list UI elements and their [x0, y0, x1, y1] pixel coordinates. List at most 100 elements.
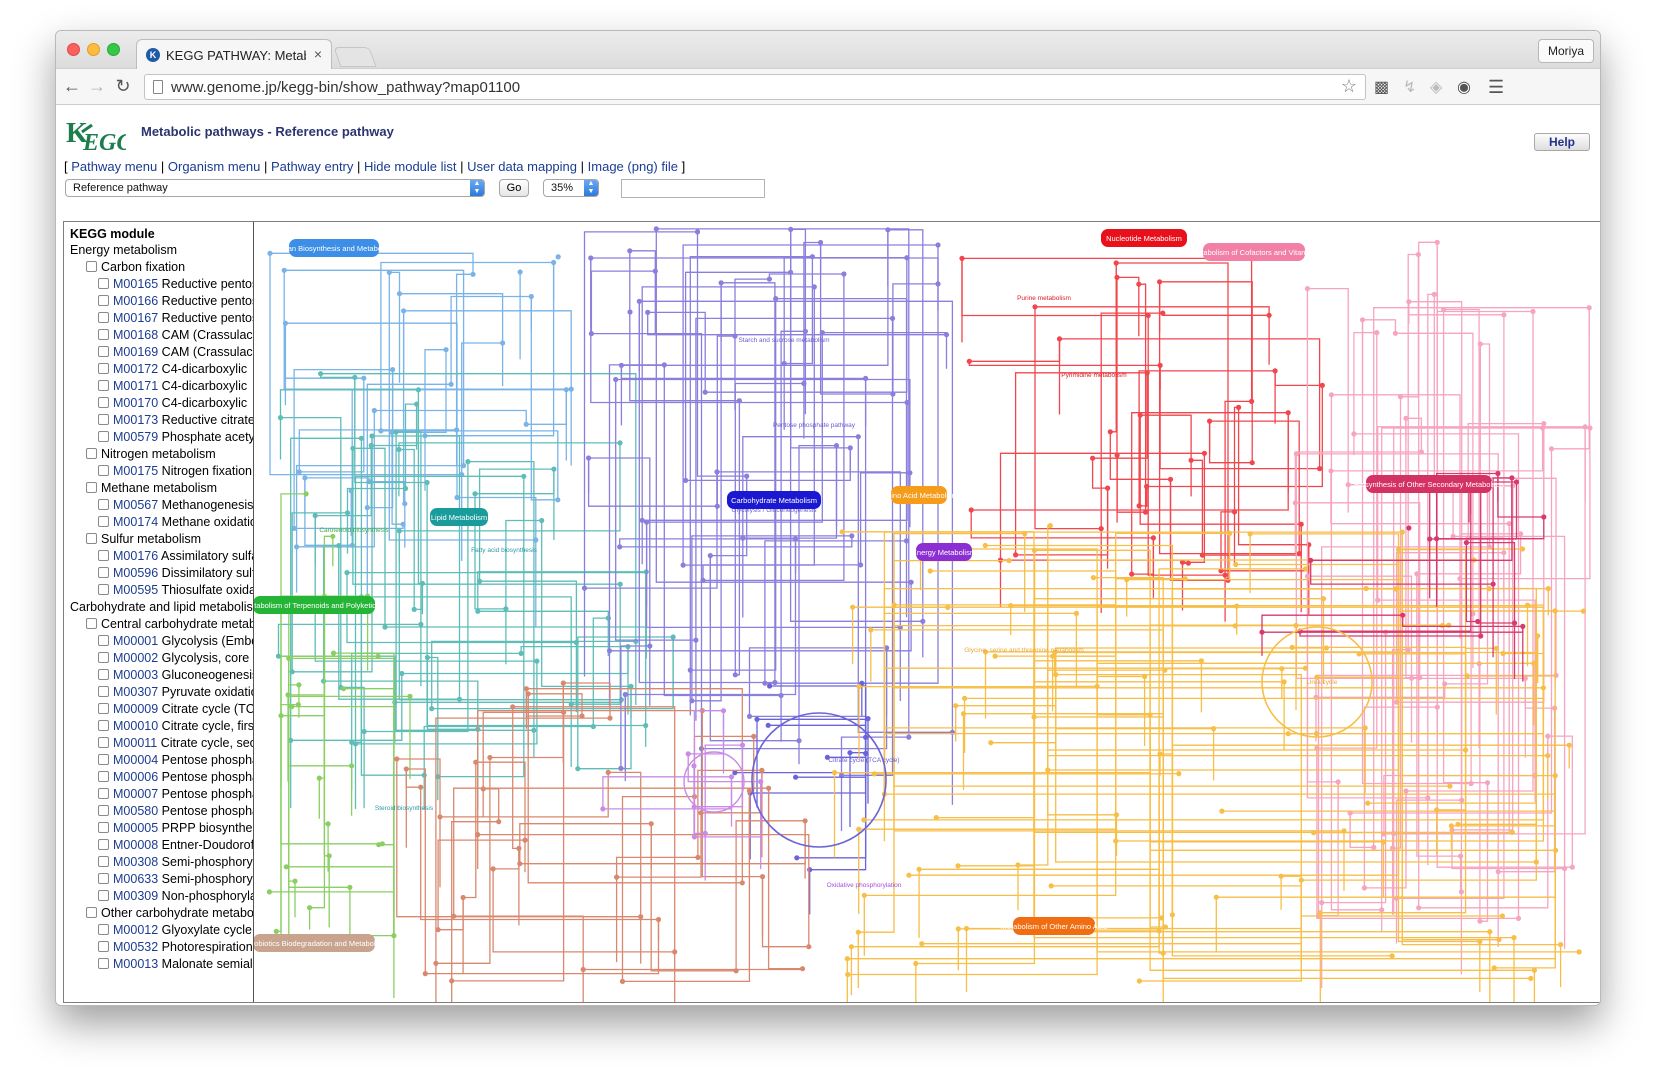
- module-item[interactable]: M00167 Reductive pentose: [98, 310, 253, 327]
- browser-tab[interactable]: K KEGG PATHWAY: Metabolic ×: [136, 39, 332, 70]
- module-id-link[interactable]: M00567: [113, 498, 158, 512]
- module-checkbox[interactable]: [98, 720, 109, 731]
- module-checkbox[interactable]: [98, 669, 109, 680]
- module-id-link[interactable]: M00308: [113, 855, 158, 869]
- extension-drop-icon[interactable]: ◈: [1430, 77, 1442, 97]
- module-id-link[interactable]: M00006: [113, 770, 158, 784]
- address-bar[interactable]: www.genome.jp/kegg-bin/show_pathway?map0…: [144, 74, 1366, 100]
- module-checkbox[interactable]: [98, 397, 109, 408]
- module-checkbox[interactable]: [86, 533, 97, 544]
- module-item[interactable]: M00170 C4-dicarboxylic: [98, 395, 247, 412]
- module-item[interactable]: M00176 Assimilatory sulfate: [98, 548, 253, 565]
- module-item[interactable]: M00175 Nitrogen fixation: [98, 463, 252, 480]
- module-id-link[interactable]: M00173: [113, 413, 158, 427]
- zoom-window-button[interactable]: [107, 43, 120, 56]
- module-checkbox[interactable]: [98, 431, 109, 442]
- module-checkbox[interactable]: [98, 499, 109, 510]
- module-item[interactable]: M00006 Pentose phosphate: [98, 769, 253, 786]
- nav-link-hide-module-list[interactable]: Hide module list: [364, 159, 457, 174]
- module-id-link[interactable]: M00172: [113, 362, 158, 376]
- module-checkbox[interactable]: [98, 856, 109, 867]
- module-checkbox[interactable]: [98, 550, 109, 561]
- module-checkbox[interactable]: [98, 363, 109, 374]
- module-checkbox[interactable]: [98, 329, 109, 340]
- module-item[interactable]: M00007 Pentose phosphate: [98, 786, 253, 803]
- module-checkbox[interactable]: [98, 652, 109, 663]
- module-item[interactable]: M00008 Entner-Doudoroff: [98, 837, 253, 854]
- module-id-link[interactable]: M00532: [113, 940, 158, 954]
- module-id-link[interactable]: M00176: [113, 549, 158, 563]
- module-id-link[interactable]: M00633: [113, 872, 158, 886]
- module-id-link[interactable]: M00005: [113, 821, 158, 835]
- bookmark-star-icon[interactable]: ☆: [1341, 76, 1357, 97]
- module-checkbox[interactable]: [98, 567, 109, 578]
- module-checkbox[interactable]: [98, 516, 109, 527]
- module-item[interactable]: M00580 Pentose phosphate: [98, 803, 253, 820]
- module-checkbox[interactable]: [98, 346, 109, 357]
- module-checkbox[interactable]: [98, 414, 109, 425]
- module-id-link[interactable]: M00309: [113, 889, 158, 903]
- module-checkbox[interactable]: [98, 890, 109, 901]
- module-checkbox[interactable]: [98, 805, 109, 816]
- module-item[interactable]: M00595 Thiosulfate oxidation: [98, 582, 253, 599]
- nav-link-organism-menu[interactable]: Organism menu: [168, 159, 260, 174]
- module-checkbox[interactable]: [98, 941, 109, 952]
- module-checkbox[interactable]: [98, 873, 109, 884]
- module-id-link[interactable]: M00307: [113, 685, 158, 699]
- module-checkbox[interactable]: [86, 618, 97, 629]
- module-id-link[interactable]: M00012: [113, 923, 158, 937]
- module-checkbox[interactable]: [98, 295, 109, 306]
- module-id-link[interactable]: M00171: [113, 379, 158, 393]
- extension-bolt-icon[interactable]: ↯: [1403, 77, 1416, 97]
- module-item[interactable]: M00002 Glycolysis, core: [98, 650, 249, 667]
- module-checkbox[interactable]: [98, 584, 109, 595]
- module-item[interactable]: M00579 Phosphate acetyl: [98, 429, 253, 446]
- module-item[interactable]: M00003 Gluconeogenesis: [98, 667, 253, 684]
- metabolic-map[interactable]: Glycolysis / Gluconeogenesis Citrate cycl…: [254, 222, 1601, 1002]
- module-checkbox[interactable]: [98, 924, 109, 935]
- module-item[interactable]: M00532 Photorespiration: [98, 939, 253, 956]
- module-id-link[interactable]: M00166: [113, 294, 158, 308]
- module-checkbox[interactable]: [98, 278, 109, 289]
- pathway-select[interactable]: Reference pathway ▲ ▼: [65, 179, 485, 197]
- module-id-link[interactable]: M00007: [113, 787, 158, 801]
- module-id-link[interactable]: M00011: [113, 736, 157, 750]
- module-item[interactable]: M00633 Semi-phosphorylative: [98, 871, 253, 888]
- extension-glasses-icon[interactable]: ◉: [1457, 77, 1471, 97]
- module-item[interactable]: M00166 Reductive pentose: [98, 293, 253, 310]
- module-checkbox[interactable]: [98, 703, 109, 714]
- module-checkbox[interactable]: [98, 822, 109, 833]
- go-button[interactable]: Go: [499, 179, 529, 197]
- module-id-link[interactable]: M00596: [113, 566, 158, 580]
- module-item[interactable]: M00013 Malonate semialdehyde: [98, 956, 253, 973]
- module-id-link[interactable]: M00169: [113, 345, 158, 359]
- minimize-window-button[interactable]: [87, 43, 100, 56]
- extension-ghost-icon[interactable]: ▩: [1374, 77, 1389, 97]
- module-item[interactable]: M00307 Pyruvate oxidation: [98, 684, 253, 701]
- module-checkbox[interactable]: [98, 686, 109, 697]
- module-category[interactable]: Methane metabolism: [86, 480, 217, 497]
- module-category[interactable]: Other carbohydrate metabolism: [86, 905, 253, 922]
- module-checkbox[interactable]: [98, 958, 109, 969]
- module-id-link[interactable]: M00579: [113, 430, 158, 444]
- nav-link-user-data-mapping[interactable]: User data mapping: [467, 159, 577, 174]
- module-item[interactable]: M00165 Reductive pentose: [98, 276, 253, 293]
- module-id-link[interactable]: M00002: [113, 651, 158, 665]
- module-item[interactable]: M00567 Methanogenesis: [98, 497, 253, 514]
- module-checkbox[interactable]: [98, 788, 109, 799]
- module-item[interactable]: M00174 Methane oxidation: [98, 514, 253, 531]
- module-id-link[interactable]: M00168: [113, 328, 158, 342]
- module-id-link[interactable]: M00010: [113, 719, 158, 733]
- new-tab-button[interactable]: [333, 47, 377, 67]
- module-checkbox[interactable]: [98, 465, 109, 476]
- module-checkbox[interactable]: [98, 754, 109, 765]
- module-id-link[interactable]: M00001: [113, 634, 158, 648]
- module-id-link[interactable]: M00174: [113, 515, 158, 529]
- module-id-link[interactable]: M00013: [113, 957, 158, 971]
- module-item[interactable]: M00010 Citrate cycle, first: [98, 718, 253, 735]
- module-item[interactable]: M00001 Glycolysis (Embden: [98, 633, 253, 650]
- reload-icon[interactable]: ↻: [112, 75, 134, 97]
- module-item[interactable]: M00172 C4-dicarboxylic: [98, 361, 247, 378]
- metabolic-map-canvas[interactable]: Glycolysis / GluconeogenesisCitrate cycl…: [254, 222, 1601, 1002]
- module-item[interactable]: M00004 Pentose phosphate: [98, 752, 253, 769]
